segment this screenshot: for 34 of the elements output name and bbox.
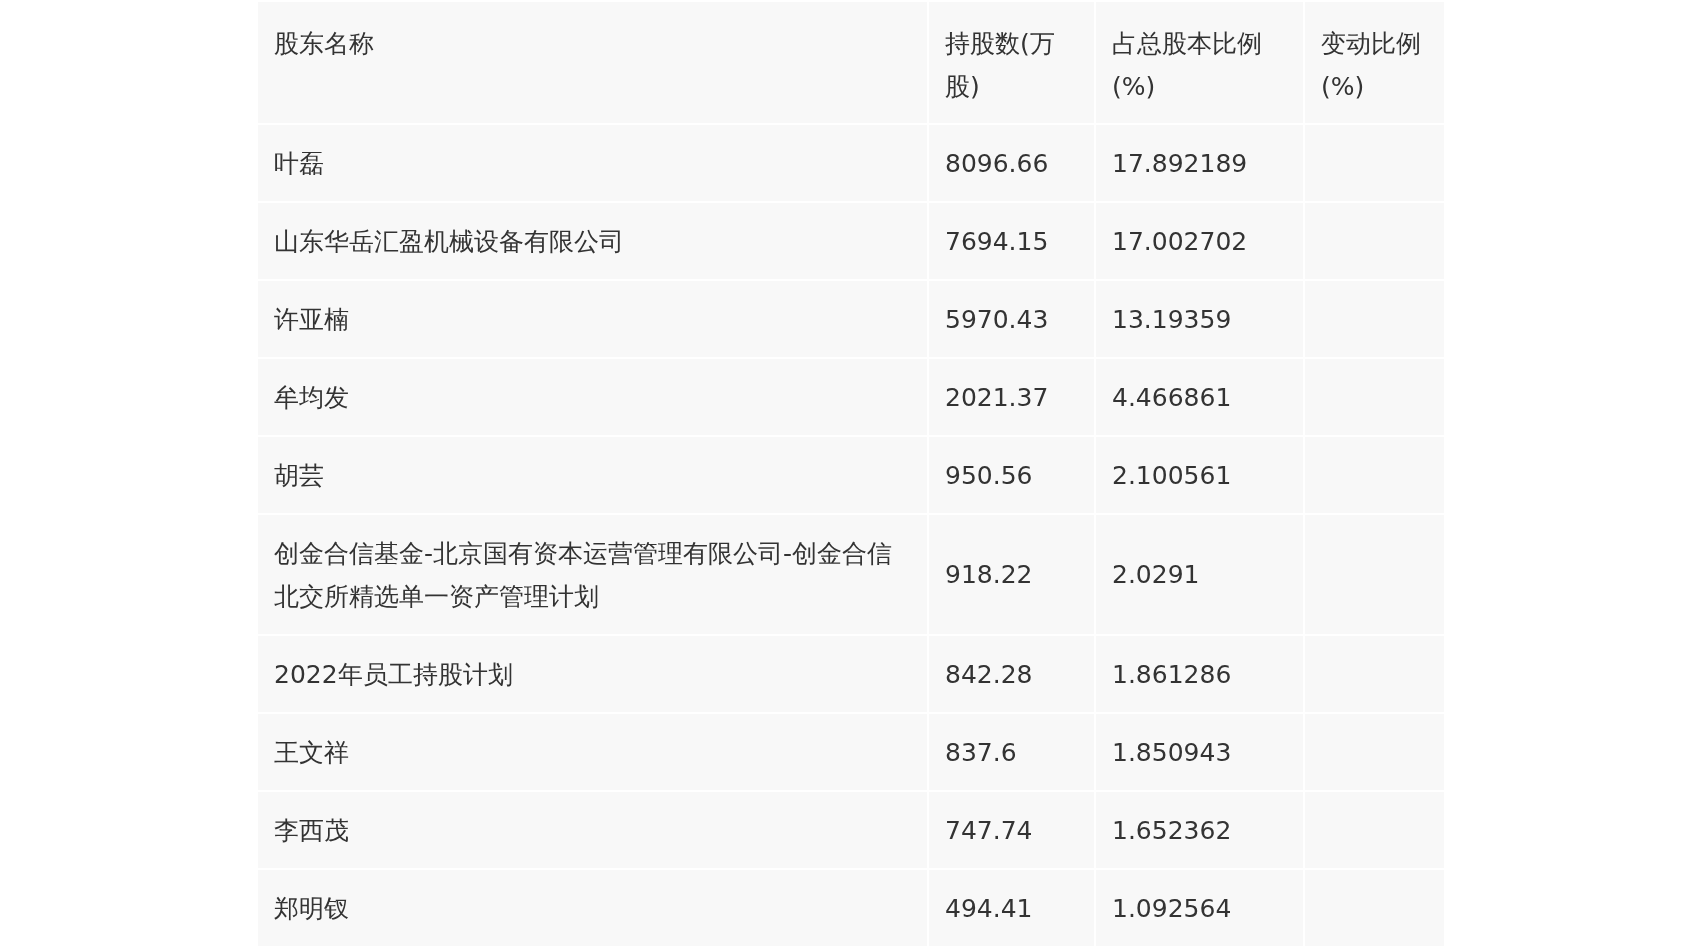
- table-cell: 2021.37: [928, 358, 1095, 436]
- table-cell: 1.861286: [1095, 635, 1304, 713]
- table-cell: 1.850943: [1095, 713, 1304, 791]
- column-header: 变动比例(%): [1304, 1, 1445, 124]
- table-cell: 494.41: [928, 869, 1095, 947]
- table-cell: 918.22: [928, 514, 1095, 635]
- table-cell: 5970.43: [928, 280, 1095, 358]
- table-cell: 8096.66: [928, 124, 1095, 202]
- table-cell: 17.892189: [1095, 124, 1304, 202]
- table-cell: 837.6: [928, 713, 1095, 791]
- table-cell: 13.19359: [1095, 280, 1304, 358]
- table-cell: 山东华岳汇盈机械设备有限公司: [257, 202, 928, 280]
- table-cell: 王文祥: [257, 713, 928, 791]
- table-cell: 2022年员工持股计划: [257, 635, 928, 713]
- table-cell: 许亚楠: [257, 280, 928, 358]
- table-cell: 842.28: [928, 635, 1095, 713]
- table-cell: 创金合信基金-北京国有资本运营管理有限公司-创金合信北交所精选单一资产管理计划: [257, 514, 928, 635]
- table-cell: 1.652362: [1095, 791, 1304, 869]
- table-cell: 2.100561: [1095, 436, 1304, 514]
- table-cell: 17.002702: [1095, 202, 1304, 280]
- table-cell: 1.092564: [1095, 869, 1304, 947]
- table-cell: 牟均发: [257, 358, 928, 436]
- table-cell: 747.74: [928, 791, 1095, 869]
- table-cell: 950.56: [928, 436, 1095, 514]
- table-cell: 郑明钗: [257, 869, 928, 947]
- table-cell: 李西茂: [257, 791, 928, 869]
- table-cell: 叶磊: [257, 124, 928, 202]
- table-cell: 7694.15: [928, 202, 1095, 280]
- column-header: 持股数(万股): [928, 1, 1095, 124]
- table-cell: 胡芸: [257, 436, 928, 514]
- table-cell: 2.0291: [1095, 514, 1304, 635]
- table-cell: 4.466861: [1095, 358, 1304, 436]
- column-header: 股东名称: [257, 1, 928, 124]
- column-header: 占总股本比例(%): [1095, 1, 1304, 124]
